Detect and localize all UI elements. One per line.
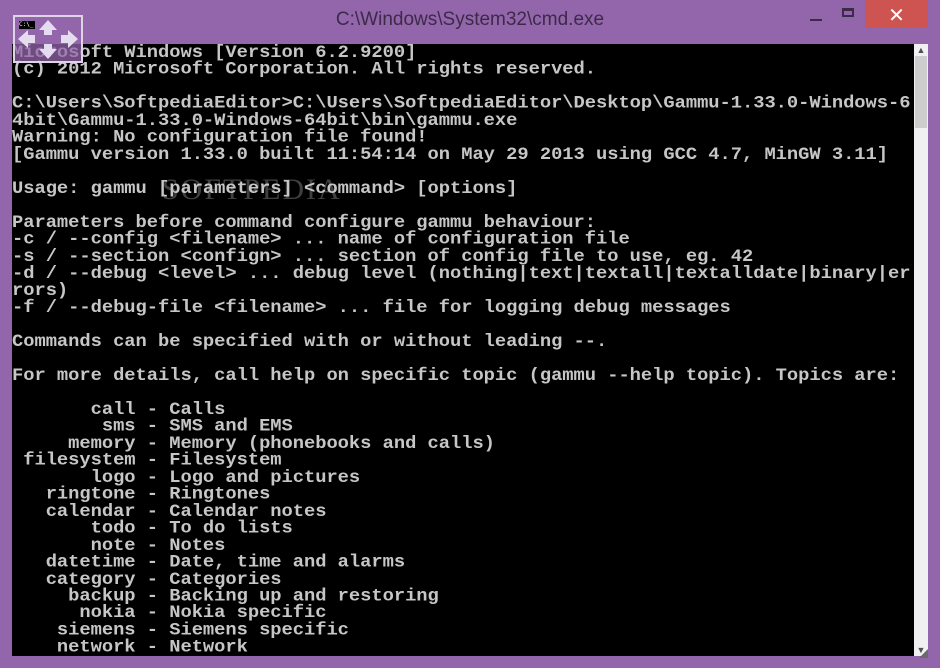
scroll-up-arrow-icon[interactable]: ▲	[914, 44, 928, 56]
scroll-thumb[interactable]	[915, 56, 927, 128]
maximize-button[interactable]	[836, 0, 864, 28]
close-button[interactable]: ✕	[865, 0, 928, 28]
minimize-icon	[810, 19, 822, 21]
console-line: (c) 2012 Microsoft Corporation. All righ…	[12, 59, 596, 80]
console-line: [Gammu version 1.33.0 built 11:54:14 on …	[12, 144, 888, 165]
console-line: For more details, call help on specific …	[12, 365, 900, 386]
cmd-move-icon[interactable]: C:\_	[13, 15, 83, 63]
title-bar[interactable]: C:\Windows\System32\cmd.exe ✕	[0, 0, 940, 44]
resize-grip-icon[interactable]	[919, 649, 928, 658]
maximize-icon	[842, 8, 854, 17]
console-output[interactable]: SOFTPEDIA Microsoft Windows [Version 6.2…	[12, 44, 914, 656]
console-line: network - Network	[12, 636, 248, 656]
console-line: Usage: gammu [parameters] <command> [opt…	[12, 178, 518, 199]
window-title: C:\Windows\System32\cmd.exe	[335, 9, 605, 30]
vertical-scrollbar[interactable]: ▲ ▼	[914, 44, 928, 656]
console-line: -f / --debug-file <filename> ... file fo…	[12, 297, 731, 318]
console-line: -d / --debug <level> ... debug level (no…	[12, 263, 911, 284]
console-line: Commands can be specified with or withou…	[12, 331, 608, 352]
cmd-window: C:\Windows\System32\cmd.exe ✕ SOFTPEDIA …	[0, 0, 940, 668]
minimize-button[interactable]	[800, 0, 834, 28]
console-text: Microsoft Windows [Version 6.2.9200] (c) …	[12, 44, 911, 656]
close-icon: ✕	[888, 3, 905, 27]
move-arrows-icon	[18, 20, 78, 59]
